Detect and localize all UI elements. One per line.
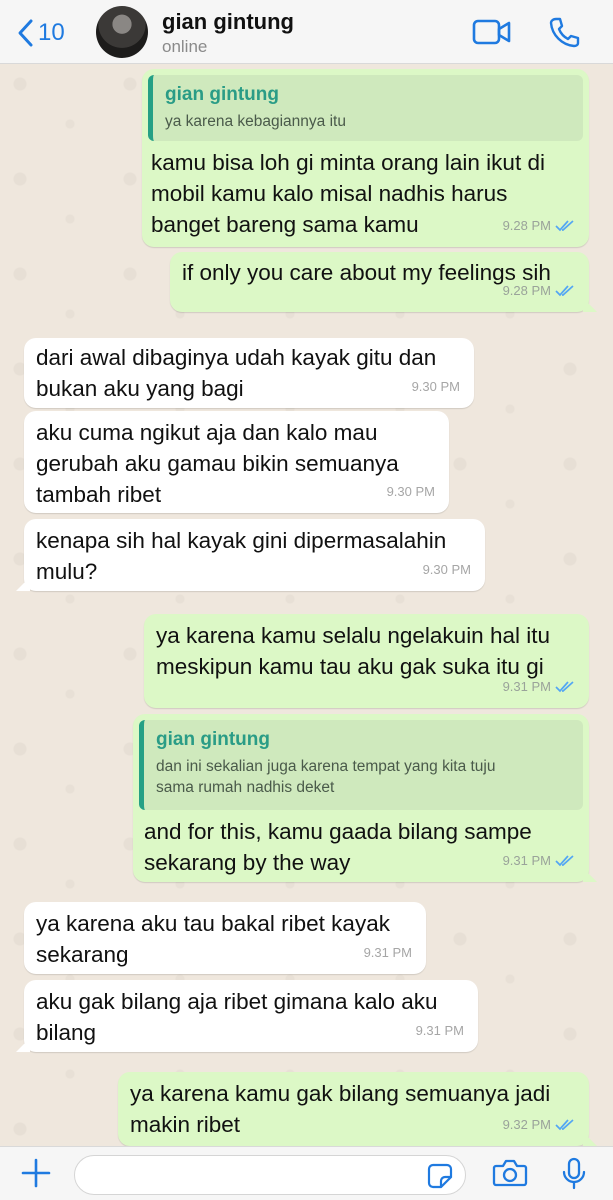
- message-outgoing[interactable]: ya karena kamu selalu ngelakuin hal itu …: [144, 614, 589, 708]
- message-time: 9.31 PM: [502, 853, 551, 868]
- video-call-button[interactable]: [472, 16, 512, 53]
- contact-status: online: [162, 37, 208, 56]
- double-check-icon: [555, 680, 574, 692]
- unread-count: 10: [38, 19, 65, 46]
- message-text: kenapa sih hal kayak gini dipermasalahin…: [36, 528, 447, 584]
- plus-icon: [21, 1158, 51, 1188]
- attach-button[interactable]: [20, 1157, 52, 1194]
- double-check-icon: [555, 284, 574, 296]
- message-meta: 9.28 PM: [503, 210, 575, 241]
- bubble-tail: [583, 1132, 597, 1146]
- quote-sender: gian gintung: [156, 729, 270, 750]
- message-input[interactable]: [74, 1155, 466, 1195]
- message-meta: 9.30 PM: [423, 554, 471, 585]
- message-incoming[interactable]: dari awal dibaginya udah kayak gitu dan …: [24, 338, 474, 408]
- message-meta: 9.31 PM: [416, 1015, 464, 1046]
- phone-icon: [549, 17, 580, 48]
- chat-area[interactable]: gian gintung ya karena kebagiannya itu k…: [0, 64, 613, 1146]
- message-meta: 9.31 PM: [364, 937, 412, 968]
- composer-bar: [0, 1146, 613, 1200]
- message-incoming[interactable]: aku cuma ngikut aja dan kalo mau gerubah…: [24, 411, 449, 513]
- message-time: 9.31 PM: [363, 945, 412, 960]
- message-time: 9.31 PM: [502, 679, 551, 694]
- chevron-left-icon: [18, 19, 33, 47]
- back-button[interactable]: 10: [16, 16, 65, 50]
- message-time: 9.30 PM: [386, 484, 435, 499]
- message-text: aku cuma ngikut aja dan kalo mau gerubah…: [36, 420, 399, 507]
- message-meta: 9.32 PM: [503, 1109, 575, 1140]
- bubble-tail: [583, 868, 597, 882]
- bubble-tail: [16, 577, 30, 591]
- chat-header: 10 gian gintung online: [0, 0, 613, 64]
- camera-icon: [492, 1159, 528, 1187]
- message-time: 9.31 PM: [415, 1023, 464, 1038]
- message-outgoing[interactable]: ya karena kamu gak bilang semuanya jadi …: [118, 1072, 597, 1146]
- message-time: 9.30 PM: [422, 562, 471, 577]
- camera-button[interactable]: [492, 1157, 528, 1194]
- voice-call-button[interactable]: [548, 16, 580, 53]
- message-text: ya karena aku tau bakal ribet kayak seka…: [36, 911, 390, 967]
- message-meta: 9.31 PM: [503, 845, 575, 876]
- message-meta: 9.28 PM: [503, 275, 575, 306]
- message-text: dari awal dibaginya udah kayak gitu dan …: [36, 345, 437, 401]
- contact-name[interactable]: gian gintung: [162, 9, 294, 35]
- double-check-icon: [555, 854, 574, 866]
- message-meta: 9.31 PM: [503, 671, 575, 702]
- double-check-icon: [555, 1118, 574, 1130]
- message-text: aku gak bilang aja ribet gimana kalo aku…: [36, 989, 438, 1045]
- message-time: 9.30 PM: [411, 379, 460, 394]
- reply-quote[interactable]: gian gintung dan ini sekalian juga karen…: [139, 720, 583, 810]
- sticker-button[interactable]: [427, 1163, 453, 1194]
- reply-quote[interactable]: gian gintung ya karena kebagiannya itu: [148, 75, 583, 141]
- message-outgoing[interactable]: gian gintung dan ini sekalian juga karen…: [133, 714, 597, 882]
- quote-text: dan ini sekalian juga karena tempat yang…: [156, 758, 496, 796]
- message-outgoing[interactable]: if only you care about my feelings sih 9…: [170, 252, 597, 312]
- quote-text: ya karena kebagiannya itu: [165, 113, 346, 130]
- microphone-icon: [562, 1157, 586, 1190]
- video-camera-icon: [472, 19, 511, 45]
- message-time: 9.32 PM: [502, 1117, 551, 1132]
- message-meta: 9.30 PM: [387, 476, 435, 507]
- bubble-tail: [583, 298, 597, 312]
- avatar[interactable]: [96, 6, 148, 58]
- message-incoming[interactable]: ya karena aku tau bakal ribet kayak seka…: [24, 902, 426, 974]
- message-incoming[interactable]: kenapa sih hal kayak gini dipermasalahin…: [16, 519, 485, 591]
- message-incoming[interactable]: aku gak bilang aja ribet gimana kalo aku…: [16, 980, 478, 1052]
- bubble-tail: [16, 1038, 30, 1052]
- message-time: 9.28 PM: [502, 283, 551, 298]
- message-time: 9.28 PM: [502, 218, 551, 233]
- voice-message-button[interactable]: [561, 1157, 587, 1196]
- message-outgoing[interactable]: gian gintung ya karena kebagiannya itu k…: [142, 69, 589, 247]
- sticker-icon: [427, 1163, 453, 1189]
- quote-sender: gian gintung: [165, 84, 279, 105]
- double-check-icon: [555, 219, 574, 231]
- message-meta: 9.30 PM: [412, 371, 460, 402]
